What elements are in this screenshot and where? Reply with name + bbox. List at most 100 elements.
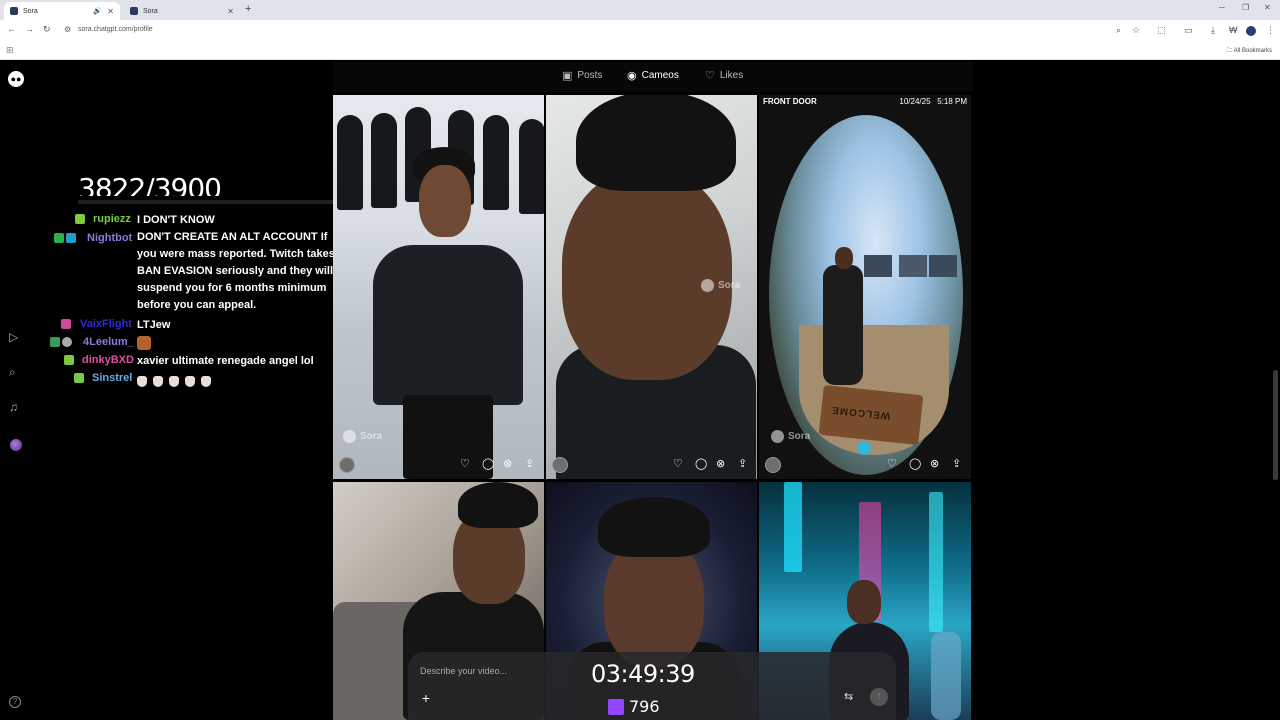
tile-footer: ♡ ◯ ⊗ ⇪ bbox=[546, 451, 757, 479]
help-icon[interactable]: ? bbox=[9, 696, 21, 708]
tab-title: Sora bbox=[23, 7, 38, 15]
tile-footer: ♡ ◯ ⊗ ⇪ bbox=[759, 451, 971, 479]
viewer-count: 796 bbox=[608, 697, 660, 716]
site-info-icon[interactable]: ⚙ bbox=[64, 25, 71, 34]
video-thumbnail-doorbell[interactable]: WELCOME FRONT DOOR 10/24/25 5:18 PM Sora… bbox=[759, 95, 971, 479]
search-icon[interactable]: ⌕ bbox=[9, 365, 16, 380]
video-progress-handle[interactable] bbox=[857, 441, 871, 455]
tab-posts[interactable]: ▣ Posts bbox=[562, 69, 602, 82]
mat-text: WELCOME bbox=[830, 403, 891, 421]
remix-icon[interactable]: ⊗ bbox=[930, 457, 939, 470]
share-icon[interactable]: ⇪ bbox=[525, 457, 534, 470]
close-tab-icon[interactable]: ✕ bbox=[107, 7, 114, 16]
menu-kebab-icon[interactable]: ⋮ bbox=[1266, 25, 1275, 36]
remix-icon[interactable]: ⊗ bbox=[716, 457, 725, 470]
sub-badge-icon bbox=[74, 373, 84, 383]
apps-grid-icon[interactable]: ⊞ bbox=[6, 45, 14, 56]
cloaked-figure bbox=[483, 115, 509, 210]
sora-watermark: Sora bbox=[771, 430, 810, 443]
sub-badge-icon bbox=[75, 214, 85, 224]
back-icon[interactable]: ← bbox=[7, 24, 16, 34]
profile-avatar[interactable] bbox=[1246, 26, 1256, 36]
face-emote-icon bbox=[137, 336, 151, 351]
like-heart-icon[interactable]: ♡ bbox=[460, 457, 470, 470]
neighbor-house bbox=[864, 255, 892, 277]
bookmark-star-icon[interactable]: ☆ bbox=[1132, 25, 1140, 36]
cloaked-figure bbox=[519, 119, 544, 214]
heart-icon: ♡ bbox=[705, 70, 715, 82]
puffer-jacket bbox=[373, 245, 523, 405]
forward-icon[interactable]: → bbox=[25, 24, 34, 34]
explore-play-icon[interactable]: ▷ bbox=[9, 330, 18, 344]
address-bar[interactable]: ⚙ sora.chatgpt.com/profile bbox=[60, 23, 1148, 39]
face bbox=[562, 170, 732, 380]
download-icon[interactable]: ⤓ bbox=[1211, 25, 1215, 36]
remix-icon[interactable]: ⊗ bbox=[503, 457, 512, 470]
send-arrow-icon[interactable]: ↑ bbox=[870, 688, 888, 706]
comment-icon[interactable]: ◯ bbox=[695, 457, 707, 470]
notification-bell-icon[interactable]: ♫ bbox=[9, 400, 18, 414]
doorbell-camera-label: FRONT DOOR bbox=[763, 97, 817, 106]
sora-watermark: Sora bbox=[343, 430, 382, 443]
creator-avatar[interactable] bbox=[765, 457, 781, 473]
like-heart-icon[interactable]: ♡ bbox=[673, 457, 683, 470]
add-media-button[interactable]: + bbox=[418, 690, 434, 706]
sora-logo-icon[interactable]: ●● bbox=[8, 71, 24, 87]
user-badge-icon bbox=[62, 337, 72, 347]
zoom-icon[interactable]: ⌕ bbox=[1116, 25, 1121, 36]
restore-icon[interactable]: ❐ bbox=[1242, 3, 1249, 12]
close-tab-icon[interactable]: ✕ bbox=[227, 7, 234, 16]
tab-title: Sora bbox=[143, 7, 158, 15]
tab-label: Posts bbox=[577, 70, 603, 81]
ghost-emote-icon bbox=[153, 375, 163, 387]
browser-tab-strip: Sora 🔊 ✕ Sora ✕ + ─ ❐ ✕ bbox=[0, 0, 1280, 20]
ghost-emote-icon bbox=[137, 375, 147, 387]
browser-tab-sora-1[interactable]: Sora 🔊 ✕ bbox=[4, 2, 120, 20]
reload-icon[interactable]: ↻ bbox=[43, 24, 51, 35]
chat-username: rupiezz bbox=[93, 213, 131, 225]
watermark-text: Sora bbox=[360, 431, 383, 442]
crown-badge-icon bbox=[61, 319, 71, 329]
new-tab-button[interactable]: + bbox=[245, 3, 251, 15]
tab-likes[interactable]: ♡ Likes bbox=[705, 69, 743, 82]
sora-favicon-icon bbox=[10, 7, 18, 15]
browser-tab-sora-2[interactable]: Sora ✕ bbox=[124, 2, 240, 20]
user-avatar[interactable] bbox=[10, 439, 22, 451]
play-square-icon: ▣ bbox=[562, 70, 573, 82]
bookmarks-bar: ⊞ 🗀 All Bookmarks bbox=[0, 42, 1280, 60]
like-heart-icon[interactable]: ♡ bbox=[887, 457, 897, 470]
page-scrollbar[interactable] bbox=[1273, 370, 1278, 480]
twitch-icon bbox=[608, 698, 624, 715]
creator-avatar[interactable] bbox=[552, 457, 568, 473]
comment-icon[interactable]: ◯ bbox=[482, 457, 494, 470]
tab-label: Likes bbox=[719, 70, 744, 81]
ghost-emote-icon bbox=[185, 375, 195, 387]
close-window-icon[interactable]: ✕ bbox=[1264, 3, 1271, 12]
watermark-text: Sora bbox=[718, 280, 741, 291]
cloaked-figure bbox=[337, 115, 363, 210]
chat-username: dinkyBXD bbox=[82, 354, 134, 366]
speaker-icon[interactable]: 🔊 bbox=[93, 7, 102, 15]
video-thumbnail[interactable]: Sora ♡ ◯ ⊗ ⇪ bbox=[546, 95, 757, 479]
doormat: WELCOME bbox=[818, 384, 924, 446]
chat-emote-message bbox=[137, 335, 337, 352]
tab-cameos[interactable]: ◉ Cameos bbox=[627, 69, 679, 82]
side-panel-icon[interactable]: ▭ bbox=[1184, 25, 1193, 36]
share-icon[interactable]: ⇪ bbox=[738, 457, 747, 470]
share-icon[interactable]: ⇪ bbox=[952, 457, 961, 470]
extensions-icon[interactable]: ⬚ bbox=[1157, 25, 1166, 36]
hair bbox=[598, 497, 710, 557]
wallet-icon[interactable]: ₩ bbox=[1229, 25, 1238, 35]
person-walking bbox=[823, 265, 863, 385]
creator-avatar[interactable] bbox=[339, 457, 355, 473]
url-text: sora.chatgpt.com/profile bbox=[78, 26, 153, 33]
settings-sliders-icon[interactable]: ⇆ bbox=[844, 690, 853, 703]
doorbell-timestamp: 10/24/25 5:18 PM bbox=[899, 97, 967, 106]
prompt-input[interactable]: Describe your video... bbox=[420, 666, 507, 676]
browser-toolbar: ← → ↻ ⚙ sora.chatgpt.com/profile ⌕ ☆ ⬚ ▭… bbox=[0, 20, 1280, 42]
chat-username: 4Leelum_ bbox=[83, 336, 134, 348]
all-bookmarks-button[interactable]: 🗀 All Bookmarks bbox=[1226, 46, 1272, 56]
comment-icon[interactable]: ◯ bbox=[909, 457, 921, 470]
video-thumbnail[interactable]: Sora ♡ ◯ ⊗ ⇪ bbox=[333, 95, 544, 479]
minimize-icon[interactable]: ─ bbox=[1219, 3, 1225, 12]
